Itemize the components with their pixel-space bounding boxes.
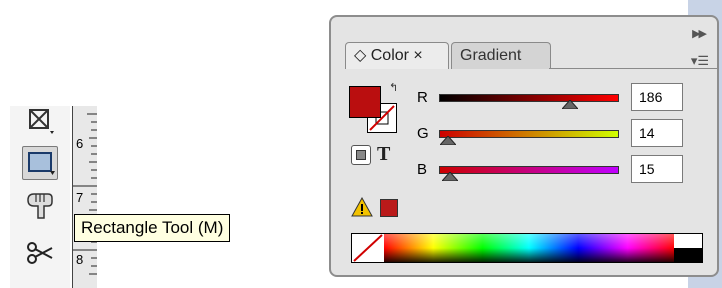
hand-tool-icon[interactable]: [22, 188, 58, 222]
scissors-tool-icon[interactable]: [22, 236, 58, 270]
channel-label-r: R: [417, 89, 428, 106]
out-of-gamut-warning-icon[interactable]: [351, 197, 373, 217]
green-value-input[interactable]: 14: [631, 119, 683, 147]
red-slider[interactable]: [439, 94, 619, 102]
rectangle-tool-icon[interactable]: [22, 146, 58, 180]
fill-swatch[interactable]: [349, 86, 381, 118]
reflect-tool-icon[interactable]: [22, 106, 58, 140]
tab-color[interactable]: ◇ Color ×: [345, 42, 449, 69]
swap-colors-icon[interactable]: ↰: [389, 81, 398, 94]
red-value-input[interactable]: 186: [631, 83, 683, 111]
color-panel: ▶▶ ▾☰ ◇ Color × Gradient ↰ T R 186 G 14 …: [329, 15, 719, 277]
vertical-ruler: 6 7 8: [72, 106, 97, 288]
in-gamut-color-swatch[interactable]: [380, 199, 398, 217]
ruler-mark: 7: [76, 190, 84, 205]
tab-gradient[interactable]: Gradient: [451, 42, 551, 69]
color-spectrum[interactable]: [351, 233, 703, 263]
channel-label-g: G: [417, 125, 429, 142]
ruler-mark: 8: [76, 252, 84, 267]
ruler-mark: 6: [76, 136, 84, 151]
tab-divider: [549, 68, 717, 69]
blue-value-input[interactable]: 15: [631, 155, 683, 183]
panel-menu-icon[interactable]: ▾☰: [691, 53, 709, 69]
green-slider[interactable]: [439, 130, 619, 138]
blue-slider-thumb[interactable]: [441, 172, 458, 181]
tool-tooltip: Rectangle Tool (M): [74, 214, 231, 242]
tools-panel: [10, 106, 70, 288]
red-slider-thumb[interactable]: [562, 100, 579, 109]
text-icon[interactable]: T: [377, 143, 390, 166]
green-slider-thumb[interactable]: [440, 136, 456, 145]
collapse-panel-icon[interactable]: ▶▶: [692, 27, 707, 40]
channel-label-b: B: [417, 161, 428, 178]
fill-box-icon[interactable]: [351, 145, 371, 165]
blue-slider[interactable]: [439, 166, 619, 174]
